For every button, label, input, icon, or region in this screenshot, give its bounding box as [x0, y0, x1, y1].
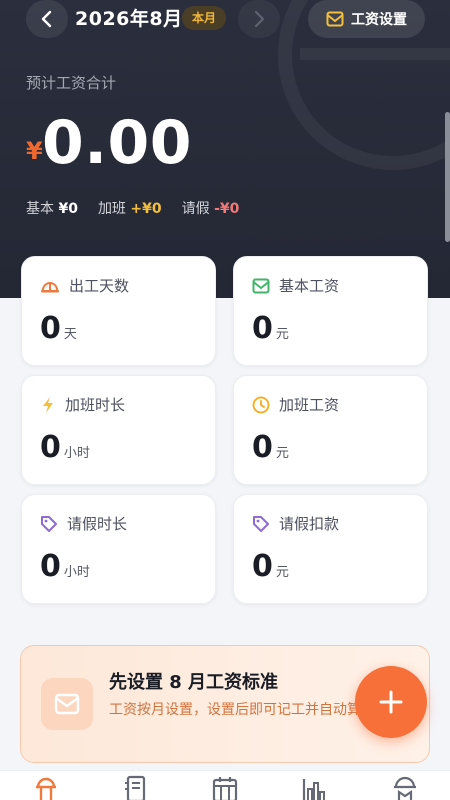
- salary-breakdown: 基本 ¥0 加班 +¥0 请假 -¥0: [26, 198, 239, 218]
- card-header: 加班工资: [252, 394, 339, 415]
- bottom-tab-bar: [0, 770, 450, 800]
- promo-title: 先设置 8 月工资标准: [109, 672, 279, 693]
- wallet-icon: [326, 11, 344, 27]
- hardhat-tab-icon: [36, 777, 56, 800]
- card-unit: 小时: [63, 565, 90, 580]
- salary-settings-label: 工资设置: [351, 12, 407, 28]
- card-value-row: 0 元: [252, 311, 289, 346]
- card-value: 0: [40, 549, 61, 584]
- tag-icon: [253, 515, 269, 532]
- card-unit: 元: [275, 565, 289, 580]
- add-record-button[interactable]: [355, 666, 427, 738]
- chart-tab-icon: [302, 779, 325, 800]
- chevron-right-icon: [254, 10, 265, 28]
- stat-card-overtime-hours[interactable]: 加班时长 0 小时: [21, 375, 216, 485]
- leave-label: 请假: [181, 201, 210, 217]
- salary-settings-button[interactable]: 工资设置: [308, 0, 425, 38]
- card-value: 0: [252, 430, 273, 465]
- estimated-salary-label: 预计工资合计: [26, 74, 117, 92]
- scrollbar-thumb[interactable]: [445, 112, 450, 242]
- promo-icon-box: [41, 678, 93, 730]
- card-label: 出工天数: [69, 277, 130, 295]
- card-unit: 天: [63, 327, 77, 342]
- calendar-tab-icon: [212, 777, 238, 800]
- stat-card-overtime-pay[interactable]: 加班工资 0 元: [233, 375, 428, 485]
- card-value-row: 0 小时: [40, 549, 90, 584]
- card-label: 请假扣款: [279, 515, 340, 533]
- lightning-icon: [43, 396, 53, 413]
- card-label: 基本工资: [279, 277, 340, 295]
- tab-ledger[interactable]: [115, 775, 155, 800]
- currency-symbol: ¥: [26, 137, 43, 165]
- tag-icon: [41, 515, 57, 532]
- clock-icon: [252, 396, 270, 413]
- tab-statistics[interactable]: [295, 775, 335, 800]
- card-label: 请假时长: [67, 515, 128, 533]
- card-value-row: 0 元: [252, 549, 289, 584]
- card-header: 请假扣款: [252, 513, 339, 534]
- card-value-row: 0 小时: [40, 430, 90, 465]
- card-value: 0: [252, 311, 273, 346]
- stat-card-leave-hours[interactable]: 请假时长 0 小时: [21, 494, 216, 604]
- card-header: 基本工资: [252, 275, 339, 296]
- month-title[interactable]: 2026年8月: [75, 4, 183, 31]
- card-unit: 小时: [63, 446, 90, 461]
- top-bar: 2026年8月 本月 工资设置: [0, 0, 450, 40]
- card-value: 0: [40, 430, 61, 465]
- base-breakdown: 基本 ¥0: [26, 198, 78, 218]
- overtime-breakdown: 加班 +¥0: [98, 198, 162, 218]
- card-label: 加班时长: [65, 396, 126, 414]
- overtime-label: 加班: [97, 201, 126, 217]
- stat-card-base-salary[interactable]: 基本工资 0 元: [233, 256, 428, 366]
- tab-calendar[interactable]: [205, 775, 245, 800]
- stat-card-work-days[interactable]: 出工天数 0 天: [21, 256, 216, 366]
- card-header: 加班时长: [40, 394, 125, 415]
- card-label: 加班工资: [279, 396, 340, 414]
- estimated-salary-amount: 0.00: [42, 108, 193, 178]
- stat-card-leave-deduction[interactable]: 请假扣款 0 元: [233, 494, 428, 604]
- ledger-tab-icon: [125, 775, 146, 800]
- hardhat-icon: [41, 281, 59, 292]
- card-header: 出工天数: [40, 275, 129, 296]
- next-month-button[interactable]: [238, 0, 280, 38]
- base-value: ¥0: [58, 201, 78, 217]
- card-unit: 元: [275, 327, 289, 342]
- profile-tab-icon: [394, 776, 416, 800]
- chevron-left-icon: [41, 10, 52, 28]
- base-label: 基本: [26, 201, 54, 217]
- leave-breakdown: 请假 -¥0: [182, 198, 240, 218]
- wallet-icon: [252, 278, 270, 293]
- plus-icon: [379, 690, 403, 714]
- card-value-row: 0 元: [252, 430, 289, 465]
- wallet-icon: [54, 693, 80, 715]
- card-value: 0: [252, 549, 273, 584]
- tab-work[interactable]: [26, 775, 66, 800]
- card-header: 请假时长: [40, 513, 127, 534]
- card-unit: 元: [275, 446, 289, 461]
- previous-month-button[interactable]: [26, 0, 68, 38]
- current-month-badge[interactable]: 本月: [182, 6, 227, 30]
- card-value: 0: [40, 311, 61, 346]
- overtime-value: +¥0: [130, 201, 162, 217]
- leave-value: -¥0: [214, 201, 240, 217]
- card-value-row: 0 天: [40, 311, 77, 346]
- tab-profile[interactable]: [385, 775, 425, 800]
